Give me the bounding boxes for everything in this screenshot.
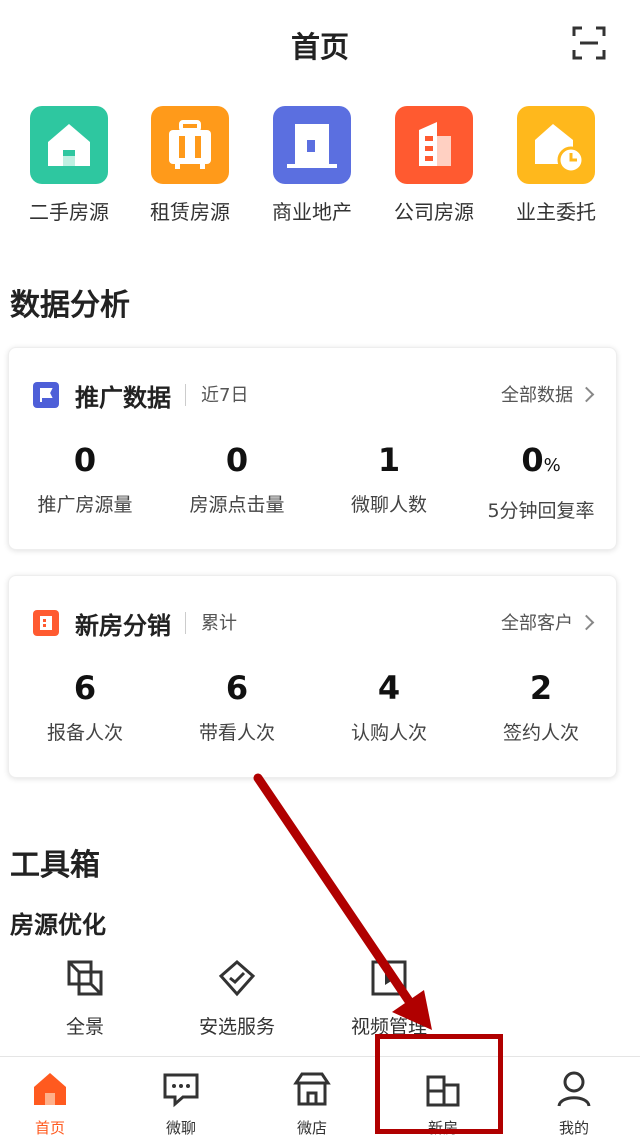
- chevron-right-icon: [578, 614, 595, 631]
- stat-promo-listings[interactable]: 0 推广房源量: [9, 440, 161, 517]
- quick-access-row: 二手房源 租赁房源 商业地产 公司房源 业主委托: [0, 106, 640, 226]
- stat-unit: %: [543, 455, 561, 476]
- quick-item-label: 业主委托: [516, 200, 596, 224]
- house-clock-icon: [517, 106, 595, 184]
- home-icon: [34, 1073, 66, 1105]
- more-label: 全部数据: [501, 385, 573, 406]
- stat-value: 1: [377, 441, 401, 479]
- stat-label: 推广房源量: [37, 494, 133, 516]
- stat-value: 2: [529, 669, 553, 707]
- house-icon: [30, 106, 108, 184]
- shop-icon: [293, 1072, 331, 1106]
- stat-value: 0: [73, 441, 97, 479]
- quick-item-company[interactable]: 公司房源: [379, 106, 489, 225]
- top-header: 首页: [0, 14, 640, 74]
- tab-chat[interactable]: 微聊: [117, 1057, 245, 1137]
- stat-label: 带看人次: [198, 722, 275, 744]
- tab-shop[interactable]: 微店: [248, 1057, 376, 1137]
- promo-stats: 0 推广房源量 0 房源点击量 1 微聊人数 0% 5分钟回复率: [9, 440, 617, 523]
- toolbox-title: 工具箱: [10, 848, 100, 883]
- promo-data-card: 推广数据 近7日 全部数据 0 推广房源量 0 房源点击量 1 微聊人数 0% …: [8, 347, 617, 550]
- promo-all-data-link[interactable]: 全部数据: [501, 381, 595, 407]
- chat-icon: [163, 1073, 199, 1108]
- tab-label: 首页: [34, 1119, 65, 1137]
- quick-item-secondhand[interactable]: 二手房源: [14, 106, 124, 225]
- quick-item-label: 商业地产: [272, 200, 352, 224]
- stat-listing-clicks[interactable]: 0 房源点击量: [161, 440, 313, 517]
- quick-item-label: 租赁房源: [150, 200, 230, 224]
- quick-item-rental[interactable]: 租赁房源: [135, 106, 245, 225]
- stat-label: 报备人次: [46, 722, 123, 744]
- quick-item-owner[interactable]: 业主委托: [501, 106, 611, 225]
- bottom-tab-bar: 首页 微聊 微店 新房 我的: [0, 1056, 640, 1137]
- newhouse-stats: 6 报备人次 6 带看人次 4 认购人次 2 签约人次: [9, 668, 616, 748]
- quick-item-label: 公司房源: [394, 200, 474, 224]
- newhouse-card-title: 新房分销: [75, 612, 171, 640]
- company-building-icon: [395, 106, 473, 184]
- toolbox-subtitle: 房源优化: [10, 911, 106, 939]
- tool-label: 全景: [65, 1016, 104, 1038]
- tool-label: 安选服务: [198, 1016, 275, 1038]
- stat-label: 认购人次: [350, 722, 427, 744]
- stat-label: 房源点击量: [189, 494, 285, 516]
- stat-viewings[interactable]: 6 带看人次: [161, 668, 313, 745]
- newhouse-card-period: 累计: [201, 613, 237, 634]
- tool-panorama[interactable]: 全景: [10, 958, 160, 1039]
- suitcase-icon: [151, 106, 229, 184]
- stat-contracts[interactable]: 2 签约人次: [465, 668, 617, 745]
- newhouse-card-header: 新房分销 累计 全部客户: [33, 606, 595, 642]
- promo-card-period: 近7日: [201, 385, 249, 406]
- stat-value: 6: [73, 669, 97, 707]
- newhouse-card: 新房分销 累计 全部客户 6 报备人次 6 带看人次 4 认购人次 2 签约人次: [8, 575, 617, 778]
- stat-subscriptions[interactable]: 4 认购人次: [313, 668, 465, 745]
- divider: [185, 612, 186, 634]
- stat-value: 4: [377, 669, 401, 707]
- stat-reply-rate[interactable]: 0% 5分钟回复率: [465, 440, 617, 523]
- data-section-title: 数据分析: [10, 288, 130, 323]
- stat-label: 签约人次: [502, 722, 579, 744]
- stat-value: 6: [225, 669, 249, 707]
- divider: [185, 384, 186, 406]
- stat-label: 5分钟回复率: [487, 500, 595, 522]
- user-icon: [557, 1071, 591, 1107]
- stat-value: 0: [521, 441, 544, 479]
- page-title: 首页: [290, 30, 349, 64]
- annotation-highlight-box: [375, 1034, 503, 1134]
- promo-card-header: 推广数据 近7日 全部数据: [33, 378, 595, 414]
- newhouse-all-customers-link[interactable]: 全部客户: [501, 609, 595, 635]
- flag-icon: [33, 382, 59, 408]
- building-badge-icon: [33, 610, 59, 636]
- more-label: 全部客户: [501, 613, 573, 634]
- tool-video-management[interactable]: 视频管理: [314, 958, 464, 1039]
- stat-value: 0: [225, 441, 249, 479]
- video-icon: [371, 960, 407, 996]
- stat-label: 微聊人数: [350, 494, 427, 516]
- tool-secure-service[interactable]: 安选服务: [162, 958, 312, 1039]
- stat-reports[interactable]: 6 报备人次: [9, 668, 161, 745]
- tab-label: 我的: [558, 1119, 589, 1137]
- office-building-icon: [273, 106, 351, 184]
- tab-home[interactable]: 首页: [0, 1057, 114, 1137]
- status-bar: [0, 0, 640, 12]
- chevron-right-icon: [578, 386, 595, 403]
- stat-chat-users[interactable]: 1 微聊人数: [313, 440, 465, 517]
- scan-icon[interactable]: [572, 26, 606, 60]
- tab-label: 微聊: [165, 1119, 196, 1137]
- panorama-icon: [67, 960, 103, 996]
- quick-item-label: 二手房源: [29, 200, 109, 224]
- tab-label: 微店: [296, 1119, 327, 1137]
- quick-item-commercial[interactable]: 商业地产: [257, 106, 367, 225]
- house-shield-icon: [218, 960, 256, 997]
- promo-card-title: 推广数据: [75, 384, 171, 412]
- tab-mine[interactable]: 我的: [510, 1057, 638, 1137]
